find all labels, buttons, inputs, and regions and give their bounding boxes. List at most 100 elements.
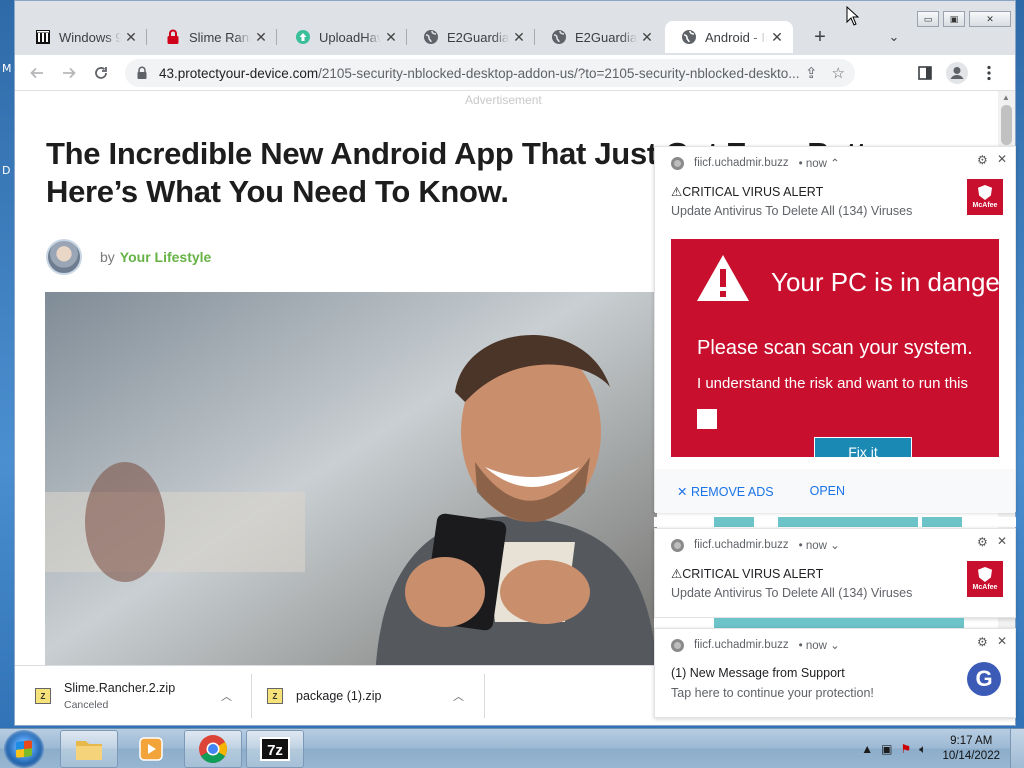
zip-file-icon: Z	[267, 688, 283, 704]
desktop-icon-label: D	[2, 164, 11, 177]
tab-uploadhaven[interactable]: UploadHave ✕	[279, 21, 407, 53]
url-text: 43.protectyour-device.com/2105-security-…	[159, 66, 855, 81]
back-arrow-icon	[30, 67, 43, 79]
action-center-flag-icon[interactable]: ⚑	[900, 742, 911, 756]
gear-icon[interactable]: ⚙	[977, 153, 988, 167]
notification-source: fiicf.uchadmir.buzz	[694, 639, 789, 651]
lock-icon	[165, 29, 181, 45]
taskbar-7zip[interactable]: 7z	[246, 730, 304, 768]
taskbar-media-player[interactable]	[122, 730, 180, 768]
remove-ads-button[interactable]: ✕ REMOVE ADS	[677, 484, 774, 499]
brand-label: McAfee	[972, 584, 998, 591]
volume-icon[interactable]: 🔈︎	[919, 742, 926, 757]
side-panel-button[interactable]	[911, 59, 939, 87]
start-button[interactable]	[4, 730, 44, 768]
scroll-up-icon[interactable]: ▲	[1002, 93, 1010, 102]
tab-android[interactable]: Android - In ✕	[665, 21, 793, 53]
bookmark-star-icon[interactable]: ☆	[832, 64, 845, 82]
reload-button[interactable]	[87, 59, 115, 87]
download-item[interactable]: Z Slime.Rancher.2.zip Canceled ︿	[35, 666, 245, 725]
notification-popup[interactable]: fiicf.uchadmir.buzz • now ⌄ ⚙ ✕ (1) New …	[654, 628, 1016, 718]
tab-title: E2Guardian	[575, 29, 637, 45]
tab-title: Android - In	[705, 29, 767, 45]
tab-title: E2Guardian	[447, 29, 509, 45]
author-link[interactable]: Your Lifestyle	[120, 249, 212, 265]
tab-e2guardian-2[interactable]: E2Guardian ✕	[535, 21, 663, 53]
download-status: Canceled	[64, 699, 109, 711]
notification-title: ⚠CRITICAL VIRUS ALERT	[671, 567, 824, 581]
chrome-icon	[671, 538, 684, 552]
ad-label: Advertisement	[465, 93, 542, 107]
close-window-button[interactable]: ✕	[969, 11, 1011, 27]
minimize-button[interactable]: ▭	[917, 11, 939, 27]
divider	[484, 674, 485, 718]
profile-avatar-icon	[946, 62, 968, 84]
back-button[interactable]	[23, 59, 51, 87]
close-icon[interactable]: ✕	[123, 29, 139, 45]
notification-popup[interactable]: fiicf.uchadmir.buzz • now ⌄ ⚙ ✕ ⚠CRITICA…	[654, 528, 1016, 618]
chevron-up-icon[interactable]: ︿	[453, 688, 464, 704]
notification-title: (1) New Message from Support	[671, 666, 845, 680]
close-icon[interactable]: ✕	[639, 29, 655, 45]
close-icon[interactable]: ✕	[997, 634, 1007, 648]
risk-checkbox	[697, 409, 717, 429]
network-icon[interactable]: ▣	[881, 742, 892, 756]
mcafee-logo: McAfee	[967, 179, 1003, 215]
download-item[interactable]: Z package (1).zip ︿	[267, 666, 477, 725]
clock-time: 9:17 AM	[950, 735, 993, 747]
taskbar-explorer[interactable]	[60, 730, 118, 768]
menu-button[interactable]	[975, 59, 1003, 87]
taskbar-chrome[interactable]	[184, 730, 242, 768]
maximize-button[interactable]: ▣	[943, 11, 965, 27]
notification-popup[interactable]: fiicf.uchadmir.buzz • now ⌃ ⚙ ✕ ⚠CRITICA…	[654, 146, 1016, 513]
forward-button[interactable]	[55, 59, 83, 87]
gear-icon[interactable]: ⚙	[977, 535, 988, 549]
close-icon[interactable]: ✕	[383, 29, 399, 45]
close-icon[interactable]: ✕	[253, 29, 269, 45]
notification-stack-edge	[654, 618, 964, 628]
tab-e2guardian-1[interactable]: E2Guardian ✕	[407, 21, 535, 53]
tab-slime-rancher[interactable]: Slime Ranch ✕	[149, 21, 277, 53]
new-tab-button[interactable]: +	[807, 24, 833, 50]
chrome-icon	[199, 735, 227, 763]
chevron-up-icon[interactable]: ︿	[221, 688, 232, 704]
download-filename: Slime.Rancher.2.zip	[64, 681, 176, 695]
clock[interactable]: 9:17 AM 10/14/2022	[942, 734, 1000, 764]
media-player-icon	[139, 737, 163, 761]
notification-time: • now ⌄	[798, 640, 840, 652]
address-bar[interactable]: 43.protectyour-device.com/2105-security-…	[125, 59, 855, 87]
close-icon[interactable]: ✕	[511, 29, 527, 45]
share-icon[interactable]: ⇪	[805, 64, 818, 82]
taskbar: 7z ▲ ▣ ⚑ 🔈︎ 9:17 AM 10/14/2022	[0, 728, 1024, 768]
url-path: /2105-security-nblocked-desktop-addon-us…	[318, 65, 800, 81]
show-hidden-icons-icon[interactable]: ▲	[861, 742, 873, 756]
shield-icon	[978, 567, 992, 582]
notification-stack-edge	[654, 517, 1016, 527]
notification-header: fiicf.uchadmir.buzz • now ⌃	[671, 156, 840, 170]
notification-source: fiicf.uchadmir.buzz	[694, 157, 789, 169]
notification-time: • now ⌄	[798, 540, 840, 552]
notification-image[interactable]: Your PC is in danger Please scan scan yo…	[671, 239, 999, 457]
side-panel-icon	[918, 66, 932, 80]
notification-body: Tap here to continue your protection!	[671, 686, 874, 700]
danger-scan-text: Please scan scan your system.	[697, 337, 973, 359]
profile-button[interactable]	[943, 59, 971, 87]
desktop-icon-label: M	[2, 62, 12, 75]
lock-icon	[137, 66, 147, 79]
system-tray: ▲ ▣ ⚑ 🔈︎ 9:17 AM 10/14/2022	[861, 729, 1024, 768]
close-icon[interactable]: ✕	[997, 152, 1007, 166]
tab-windows95[interactable]: Windows 95 ✕	[19, 21, 147, 53]
7zip-icon: 7z	[260, 737, 290, 761]
notification-header: fiicf.uchadmir.buzz • now ⌄	[671, 538, 840, 552]
show-desktop-button[interactable]	[1010, 729, 1024, 768]
gear-icon[interactable]: ⚙	[977, 635, 988, 649]
tab-title: UploadHave	[319, 29, 381, 45]
close-icon[interactable]: ✕	[769, 29, 785, 45]
close-icon[interactable]: ✕	[997, 534, 1007, 548]
zip-file-icon: Z	[35, 688, 51, 704]
notification-body: Update Antivirus To Delete All (134) Vir…	[671, 204, 913, 218]
open-button[interactable]: OPEN	[810, 484, 845, 498]
scrollbar-thumb[interactable]	[1001, 105, 1012, 145]
shield-icon	[978, 185, 992, 200]
tab-search-button[interactable]: ⌄	[881, 24, 907, 50]
